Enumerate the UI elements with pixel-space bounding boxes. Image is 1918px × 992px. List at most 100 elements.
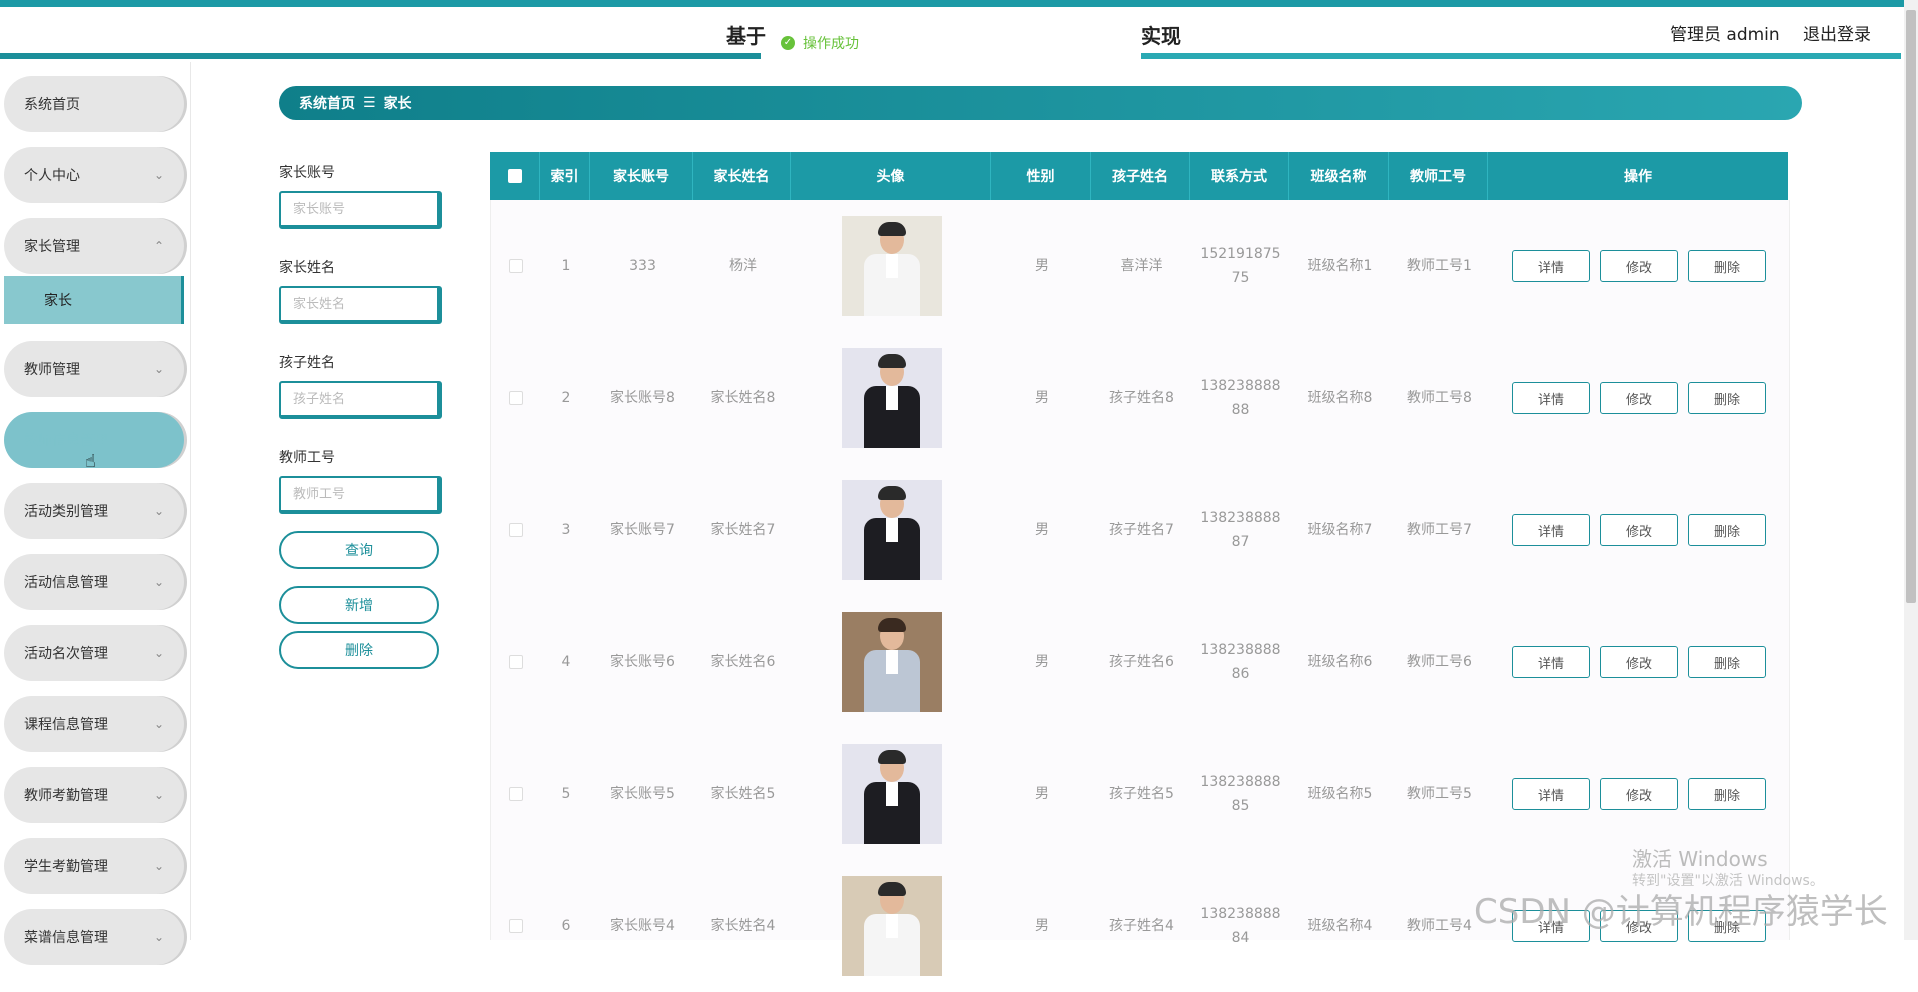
sidebar-item-label: 系统首页 — [24, 97, 80, 113]
chevron-icon: ⌄ — [153, 646, 164, 660]
sidebar-item-0[interactable]: 系统首页 — [4, 76, 184, 132]
sidebar-item-8[interactable]: 课程信息管理 ⌄ — [4, 696, 184, 752]
delete-button[interactable]: 删除 — [1688, 514, 1766, 546]
cell-account: 家长账号7 — [610, 522, 675, 538]
sidebar-item-7[interactable]: 活动名次管理 ⌄ — [4, 625, 184, 681]
sidebar-subitem-parent[interactable]: 家长 — [4, 276, 184, 324]
cell-teacher-id: 教师工号8 — [1407, 390, 1472, 406]
sidebar-item-9[interactable]: 教师考勤管理 ⌄ — [4, 767, 184, 823]
delete-button[interactable]: 删除 — [1688, 778, 1766, 810]
sidebar-item-label: 课程信息管理 — [24, 717, 108, 733]
chevron-icon: ⌄ — [153, 575, 164, 589]
bulk-delete-button[interactable]: 删除 — [279, 631, 439, 669]
cell-phone: 152191875 75 — [1191, 200, 1290, 332]
cell-gender: 男 — [1035, 786, 1049, 802]
sidebar-item-2[interactable]: 家长管理 ⌃ — [4, 218, 184, 274]
select-all-header[interactable] — [490, 152, 540, 200]
sidebar-item-10[interactable]: 学生考勤管理 ⌄ — [4, 838, 184, 894]
chevron-icon: ⌄ — [153, 168, 164, 182]
cell-child-name: 孩子姓名6 — [1109, 654, 1174, 670]
page-scrollbar-thumb[interactable] — [1906, 10, 1916, 603]
delete-button[interactable]: 删除 — [1688, 646, 1766, 678]
teacher-id-search-input[interactable] — [279, 476, 442, 514]
edit-button[interactable]: 修改 — [1600, 250, 1678, 282]
column-header: 家长账号 — [590, 152, 693, 200]
windows-activation-watermark: 激活 Windows — [1632, 847, 1768, 871]
avatar-image — [842, 612, 942, 712]
sidebar-item-label: 教师管理 — [24, 362, 80, 378]
avatar-image — [842, 480, 942, 580]
name-search-input[interactable] — [279, 286, 442, 324]
delete-button[interactable]: 删除 — [1688, 250, 1766, 282]
sidebar-item-11[interactable]: 菜谱信息管理 ⌄ — [4, 909, 184, 965]
success-toast: ✓ 操作成功 — [781, 33, 859, 53]
detail-button[interactable]: 详情 — [1512, 646, 1590, 678]
row-checkbox[interactable] — [509, 919, 523, 933]
cell-index: 4 — [561, 654, 571, 670]
cell-teacher-id: 教师工号6 — [1407, 654, 1472, 670]
row-checkbox[interactable] — [509, 787, 523, 801]
phone-line: 138238888 — [1200, 642, 1281, 658]
csdn-watermark: CSDN @计算机程序猿学长 — [1474, 892, 1888, 932]
mouse-pointer-icon: ☝ — [85, 451, 96, 472]
cell-avatar — [792, 200, 992, 332]
cell-avatar — [792, 596, 992, 728]
cell-teacher-id: 教师工号7 — [1407, 522, 1472, 538]
column-header: 操作 — [1624, 169, 1652, 185]
cell-index: 6 — [561, 918, 571, 934]
column-header: 联系方式 — [1190, 152, 1289, 200]
table-row: 3 家长账号7 家长姓名7 男 孩子姓名7 138238888 87 班级名称7 教师工号7 详情… — [491, 464, 1789, 596]
cell-gender: 男 — [1035, 654, 1049, 670]
logout-link[interactable]: 退出登录 — [1803, 20, 1871, 45]
row-checkbox[interactable] — [509, 259, 523, 273]
detail-button[interactable]: 详情 — [1512, 778, 1590, 810]
select-all-checkbox[interactable] — [507, 169, 522, 183]
sidebar-item-label: 个人中心 — [24, 168, 80, 184]
row-select-cell — [491, 860, 541, 992]
query-button[interactable]: 查询 — [279, 531, 439, 569]
detail-button[interactable]: 详情 — [1512, 250, 1590, 282]
phone-line: 138238888 — [1200, 510, 1281, 526]
sidebar-item-6[interactable]: 活动信息管理 ⌄ — [4, 554, 184, 610]
edit-button[interactable]: 修改 — [1600, 778, 1678, 810]
sidebar-item-3[interactable]: 教师管理 ⌄ — [4, 341, 184, 397]
column-header: 索引 — [540, 152, 590, 200]
edit-button[interactable]: 修改 — [1600, 646, 1678, 678]
cell-child-name: 孩子姓名4 — [1109, 918, 1174, 934]
sidebar-item-label: 活动信息管理 — [24, 575, 108, 591]
detail-button[interactable]: 详情 — [1512, 382, 1590, 414]
cell-child-name: 孩子姓名7 — [1109, 522, 1174, 538]
sidebar-item-1[interactable]: 个人中心 ⌄ — [4, 147, 184, 203]
cell-phone: 138238888 85 — [1191, 728, 1290, 860]
edit-button[interactable]: 修改 — [1600, 382, 1678, 414]
account-search-input[interactable] — [279, 191, 442, 229]
table-header: 索引 家长账号 家长姓名 头像 性别 孩子姓名 联系方式 班级名称 教师工号 操作 — [490, 152, 1788, 200]
cell-actions: 详情 修改 删除 — [1489, 728, 1789, 860]
top-accent-line — [0, 0, 1918, 7]
cell-teacher-id: 教师工号1 — [1407, 258, 1472, 274]
row-checkbox[interactable] — [509, 523, 523, 537]
phone-line: 138238888 — [1200, 378, 1281, 394]
sidebar-item-label: 活动名次管理 — [24, 646, 108, 662]
detail-button[interactable]: 详情 — [1512, 514, 1590, 546]
add-button[interactable]: 新增 — [279, 586, 439, 624]
cell-account: 家长账号8 — [610, 390, 675, 406]
delete-button[interactable]: 删除 — [1688, 382, 1766, 414]
column-header: 班级名称 — [1289, 152, 1389, 200]
toast-message: 操作成功 — [803, 36, 859, 52]
cell-index: 5 — [561, 786, 571, 802]
row-checkbox[interactable] — [509, 391, 523, 405]
phone-line: 88 — [1231, 402, 1250, 418]
cell-index: 1 — [561, 258, 571, 274]
breadcrumb-home[interactable]: 系统首页 — [299, 93, 355, 113]
sidebar-item-label: 家长管理 — [24, 239, 80, 255]
sidebar-item-5[interactable]: 活动类别管理 ⌄ — [4, 483, 184, 539]
table-body: 1 333 杨洋男喜洋洋 152191875 75 班级名称1 教师工号1 详情 修改 删除 2 家长… — [490, 200, 1790, 976]
edit-button[interactable]: 修改 — [1600, 514, 1678, 546]
sidebar-item-label: 活动类别管理 — [24, 504, 108, 520]
cell-class-name: 班级名称4 — [1307, 918, 1373, 934]
cell-actions: 详情 修改 删除 — [1489, 332, 1789, 464]
row-checkbox[interactable] — [509, 655, 523, 669]
avatar-image — [842, 348, 942, 448]
child-search-input[interactable] — [279, 381, 442, 419]
